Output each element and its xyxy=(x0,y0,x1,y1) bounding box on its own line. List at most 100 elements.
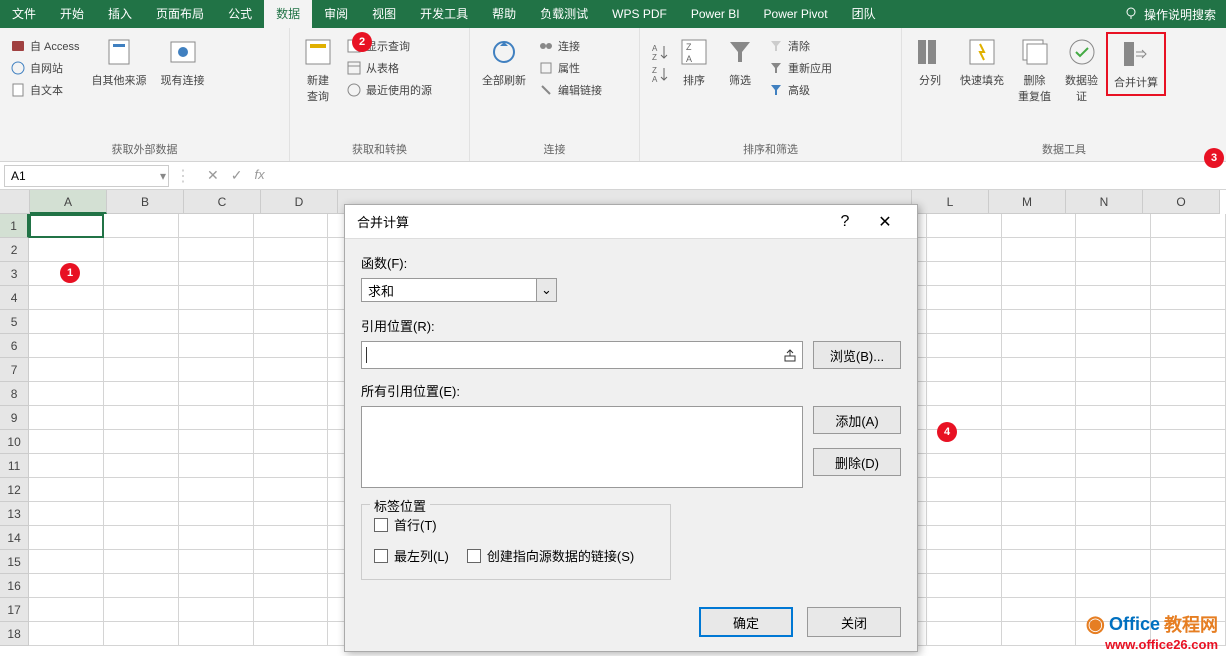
cell[interactable] xyxy=(179,262,254,286)
cell[interactable] xyxy=(104,598,179,622)
cell[interactable] xyxy=(179,358,254,382)
cell[interactable] xyxy=(927,454,1002,478)
cell[interactable] xyxy=(1151,214,1226,238)
cell[interactable] xyxy=(254,334,329,358)
cell[interactable] xyxy=(254,262,329,286)
cell[interactable] xyxy=(1076,454,1151,478)
add-button[interactable]: 添加(A) xyxy=(813,406,901,434)
reapply-button[interactable]: 重新应用 xyxy=(764,58,836,78)
row-header[interactable]: 5 xyxy=(0,310,29,334)
cell[interactable] xyxy=(1002,214,1077,238)
function-select[interactable]: 求和 ⌄ xyxy=(361,278,557,302)
cell[interactable] xyxy=(927,310,1002,334)
menu-loadtest[interactable]: 负载测试 xyxy=(528,0,600,28)
collapse-dialog-icon[interactable] xyxy=(780,344,800,366)
cell[interactable] xyxy=(104,454,179,478)
row-header[interactable]: 2 xyxy=(0,238,29,262)
consolidate-button[interactable]: 合并计算 xyxy=(1106,32,1166,96)
cell[interactable] xyxy=(927,214,1002,238)
cell[interactable] xyxy=(104,574,179,598)
text-to-columns-button[interactable]: 分列 xyxy=(908,32,952,92)
menu-review[interactable]: 审阅 xyxy=(312,0,360,28)
cell[interactable] xyxy=(1151,430,1226,454)
row-header[interactable]: 8 xyxy=(0,382,29,406)
remove-duplicates-button[interactable]: 删除 重复值 xyxy=(1012,32,1057,108)
col-header[interactable]: A xyxy=(30,190,107,214)
reference-input[interactable] xyxy=(361,341,803,369)
cell[interactable] xyxy=(1076,262,1151,286)
cell[interactable] xyxy=(104,358,179,382)
cell[interactable] xyxy=(254,454,329,478)
cell[interactable] xyxy=(1002,430,1077,454)
cell[interactable] xyxy=(179,526,254,550)
cell[interactable] xyxy=(29,382,104,406)
advanced-filter-button[interactable]: 高级 xyxy=(764,80,836,100)
menu-developer[interactable]: 开发工具 xyxy=(408,0,480,28)
cell[interactable] xyxy=(1002,478,1077,502)
insert-function-button[interactable]: fx xyxy=(254,167,264,184)
from-table-button[interactable]: 从表格 xyxy=(342,58,436,78)
cell[interactable] xyxy=(104,502,179,526)
cell[interactable] xyxy=(1076,214,1151,238)
cell[interactable] xyxy=(254,358,329,382)
cell[interactable] xyxy=(179,574,254,598)
col-header[interactable]: N xyxy=(1066,190,1143,214)
dialog-close-button[interactable]: ✕ xyxy=(865,212,905,232)
cell[interactable] xyxy=(1002,598,1077,622)
cell[interactable] xyxy=(254,478,329,502)
menu-help[interactable]: 帮助 xyxy=(480,0,528,28)
flash-fill-button[interactable]: 快速填充 xyxy=(954,32,1010,92)
cell[interactable] xyxy=(104,526,179,550)
cell[interactable] xyxy=(1076,574,1151,598)
sort-button[interactable]: ZA排序 xyxy=(672,32,716,92)
cell[interactable] xyxy=(29,550,104,574)
cell[interactable] xyxy=(1002,286,1077,310)
edit-links-button[interactable]: 编辑链接 xyxy=(534,80,606,100)
row-header[interactable]: 1 xyxy=(0,214,29,238)
cell[interactable] xyxy=(1076,310,1151,334)
cell[interactable] xyxy=(1002,622,1077,646)
cell[interactable] xyxy=(104,550,179,574)
cell[interactable] xyxy=(927,358,1002,382)
row-header[interactable]: 18 xyxy=(0,622,29,646)
cell[interactable] xyxy=(29,454,104,478)
left-col-checkbox[interactable]: 最左列(L) xyxy=(374,546,449,565)
cell[interactable] xyxy=(1002,574,1077,598)
filter-button[interactable]: 筛选 xyxy=(718,32,762,92)
clear-filter-button[interactable]: 清除 xyxy=(764,36,836,56)
row-header[interactable]: 9 xyxy=(0,406,29,430)
cell[interactable] xyxy=(1151,478,1226,502)
dialog-titlebar[interactable]: 合并计算 ? ✕ xyxy=(345,205,917,239)
cell[interactable] xyxy=(1076,502,1151,526)
menu-team[interactable]: 团队 xyxy=(840,0,888,28)
cell[interactable] xyxy=(1002,454,1077,478)
cell[interactable] xyxy=(254,286,329,310)
cell[interactable] xyxy=(927,382,1002,406)
cell[interactable] xyxy=(927,238,1002,262)
cell[interactable] xyxy=(1076,238,1151,262)
cell[interactable] xyxy=(1151,310,1226,334)
cell[interactable] xyxy=(104,310,179,334)
cell[interactable] xyxy=(1151,262,1226,286)
row-header[interactable]: 14 xyxy=(0,526,29,550)
row-header[interactable]: 7 xyxy=(0,358,29,382)
cell[interactable] xyxy=(29,430,104,454)
col-header[interactable]: D xyxy=(261,190,338,214)
from-access-button[interactable]: 自 Access xyxy=(6,36,84,56)
menu-data[interactable]: 数据 xyxy=(264,0,312,28)
menu-page-layout[interactable]: 页面布局 xyxy=(144,0,216,28)
cell[interactable] xyxy=(29,502,104,526)
cell[interactable] xyxy=(1076,358,1151,382)
row-header[interactable]: 4 xyxy=(0,286,29,310)
menu-wpspdf[interactable]: WPS PDF xyxy=(600,0,679,28)
row-header[interactable]: 3 xyxy=(0,262,29,286)
cell[interactable] xyxy=(179,382,254,406)
cell[interactable] xyxy=(254,598,329,622)
cell[interactable] xyxy=(1151,406,1226,430)
cell[interactable] xyxy=(179,454,254,478)
cell[interactable] xyxy=(29,310,104,334)
chevron-down-icon[interactable]: ▾ xyxy=(160,169,166,183)
cell[interactable] xyxy=(1002,382,1077,406)
cell[interactable] xyxy=(927,478,1002,502)
cell[interactable] xyxy=(179,406,254,430)
